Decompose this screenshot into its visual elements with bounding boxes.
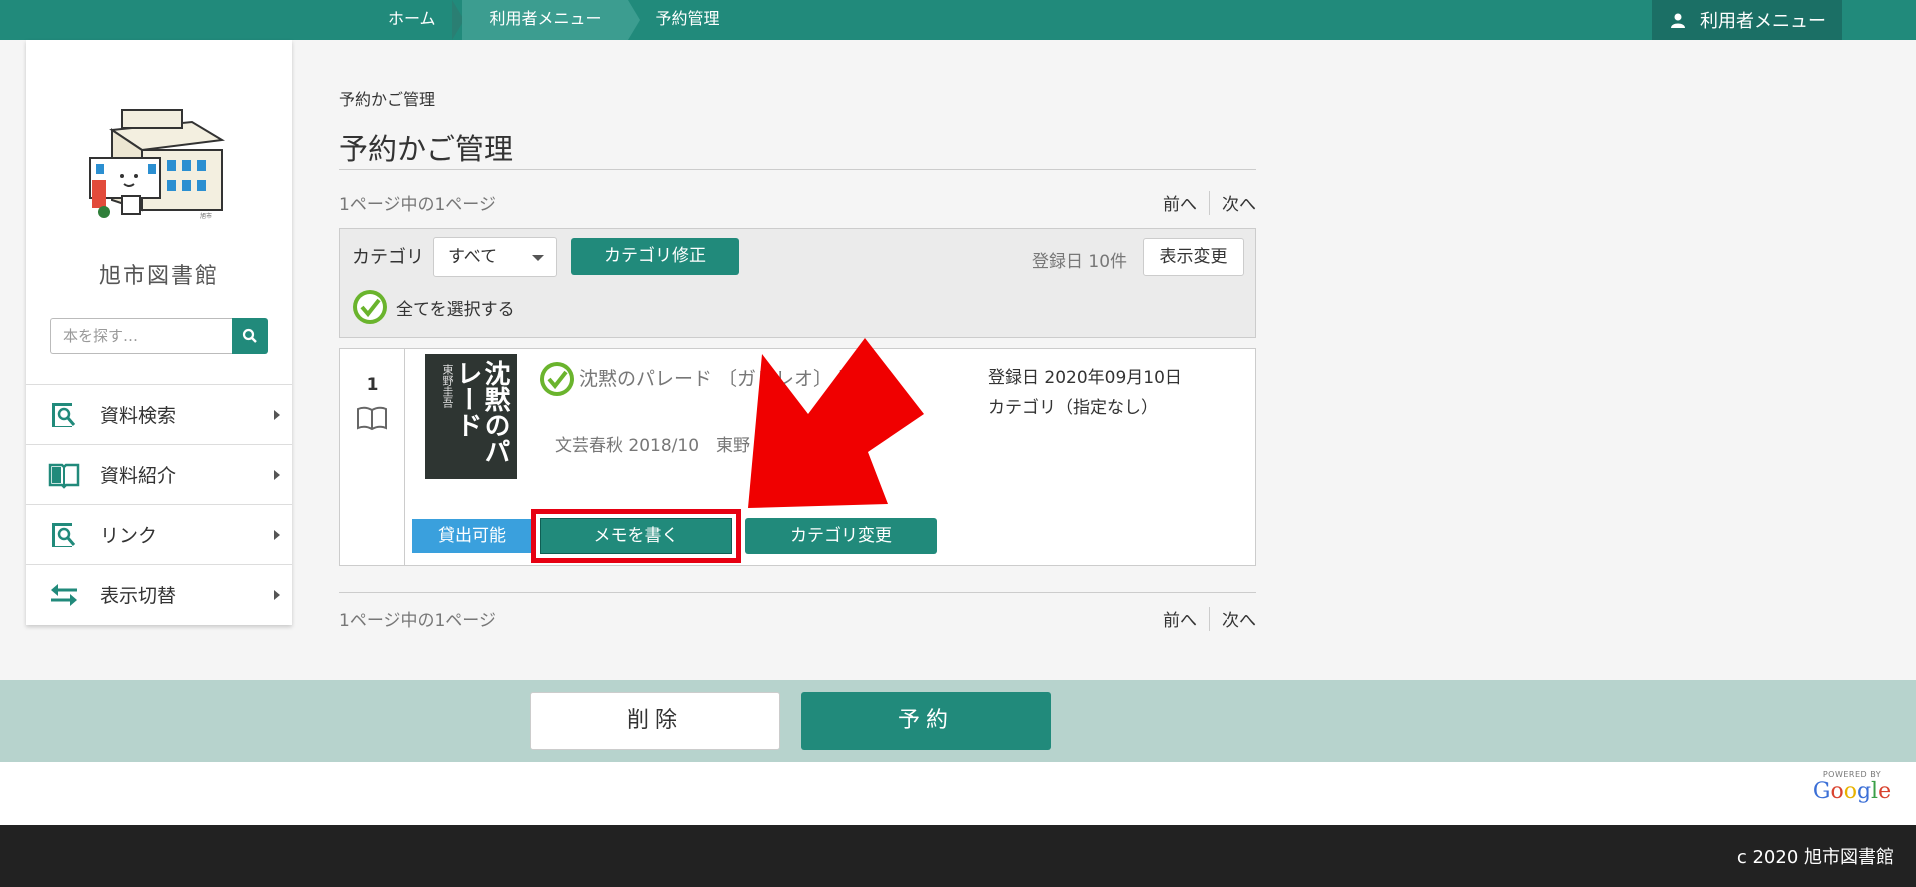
user-menu-button[interactable]: 利用者メニュー bbox=[1652, 0, 1842, 40]
select-all-label: 全てを選択する bbox=[396, 299, 515, 320]
page-info-top: 1ページ中の1ページ bbox=[339, 195, 496, 215]
open-book-icon bbox=[48, 459, 80, 491]
sidebar-item-label: リンク bbox=[100, 525, 158, 547]
sidebar-item-label: 表示切替 bbox=[100, 585, 177, 607]
breadcrumb-reservation: 予約管理 bbox=[655, 9, 720, 28]
user-menu-label: 利用者メニュー bbox=[1700, 11, 1826, 32]
basket-toolbar: カテゴリ すべて カテゴリ修正 登録日 10件 表示変更 全てを選択する bbox=[339, 228, 1256, 338]
pager-top: 前へ 次へ bbox=[1163, 190, 1256, 215]
copyright: c 2020 旭市図書館 bbox=[1736, 847, 1894, 868]
open-book-icon bbox=[357, 406, 387, 431]
display-change-button[interactable]: 表示変更 bbox=[1143, 238, 1244, 276]
status-badge: 貸出可能 bbox=[412, 519, 532, 553]
pager-prev[interactable]: 前へ bbox=[1163, 606, 1197, 631]
user-icon bbox=[1671, 13, 1685, 28]
item-index-column: 1 bbox=[340, 349, 405, 565]
sidebar-item-introduction[interactable]: 資料紹介 bbox=[26, 444, 292, 504]
write-memo-button[interactable]: メモを書く bbox=[540, 518, 732, 554]
sidebar-item-label: 資料検索 bbox=[100, 405, 177, 427]
reserve-button[interactable]: 予約 bbox=[801, 692, 1051, 750]
chevron-right-icon bbox=[274, 470, 280, 480]
pager-next[interactable]: 次へ bbox=[1222, 190, 1256, 215]
powered-by-label: POWERED BY bbox=[1822, 770, 1882, 779]
pager-separator bbox=[1209, 606, 1210, 631]
cover-title: 沈黙のパレード bbox=[452, 360, 510, 464]
library-name: 旭市図書館 bbox=[98, 264, 219, 289]
top-bar: ホーム 利用者メニュー 予約管理 利用者メニュー bbox=[0, 0, 1916, 40]
search-input[interactable]: 本を探す… bbox=[50, 318, 232, 354]
search-book-icon bbox=[48, 399, 80, 431]
swap-arrows-icon bbox=[48, 579, 80, 611]
action-bar: 削除 予約 bbox=[0, 680, 1916, 762]
divider bbox=[339, 592, 1256, 593]
chevron-right-icon bbox=[274, 530, 280, 540]
item-number: 1 bbox=[366, 375, 379, 395]
chevron-right-icon bbox=[274, 590, 280, 600]
check-circle-icon bbox=[353, 290, 387, 324]
sidebar-item-search[interactable]: 資料検索 bbox=[26, 384, 292, 444]
breadcrumb-user-menu[interactable]: 利用者メニュー bbox=[461, 0, 640, 40]
red-arrow-annotation bbox=[748, 338, 924, 508]
sidebar-item-display-toggle[interactable]: 表示切替 bbox=[26, 564, 292, 624]
category-label: カテゴリ bbox=[352, 247, 424, 268]
breadcrumb-home[interactable]: ホーム bbox=[360, 0, 464, 40]
page-subtitle: 予約かご管理 bbox=[339, 90, 436, 109]
cover-author: 東野圭吾 bbox=[441, 364, 454, 408]
search-button[interactable] bbox=[232, 318, 268, 354]
category-fix-button[interactable]: カテゴリ修正 bbox=[571, 238, 739, 275]
google-logo: Google bbox=[1812, 779, 1892, 804]
book-cover-image[interactable]: 沈黙のパレード 東野圭吾 bbox=[425, 354, 517, 479]
sidebar-menu: 資料検索 資料紹介 リンク 表示切替 bbox=[26, 384, 292, 624]
library-building-logo[interactable]: 旭市 bbox=[82, 100, 242, 230]
category-change-button[interactable]: カテゴリ変更 bbox=[745, 518, 937, 554]
pager-separator bbox=[1209, 190, 1210, 215]
pager-prev[interactable]: 前へ bbox=[1163, 190, 1197, 215]
item-registered-date: 登録日 2020年09月10日 bbox=[988, 368, 1182, 388]
item-publisher: 文芸春秋 2018/10 東野 bbox=[555, 436, 751, 456]
page-title: 予約かご管理 bbox=[339, 132, 514, 166]
sidebar: 旭市 旭市図書館 本を探す… 資料検索 資料紹介 リンク 表示切替 bbox=[26, 40, 292, 625]
category-select[interactable]: すべて bbox=[433, 237, 557, 277]
page-info-bottom: 1ページ中の1ページ bbox=[339, 611, 496, 631]
chevron-right-icon bbox=[274, 410, 280, 420]
sort-count-label[interactable]: 登録日 10件 bbox=[1032, 247, 1127, 272]
search-icon bbox=[242, 328, 257, 343]
search-box: 本を探す… bbox=[50, 318, 268, 354]
svg-text:旭市: 旭市 bbox=[200, 212, 212, 220]
breadcrumb: ホーム 利用者メニュー 予約管理 bbox=[360, 0, 746, 40]
pager-next[interactable]: 次へ bbox=[1222, 606, 1256, 631]
powered-by-google: POWERED BY Google bbox=[1812, 770, 1892, 812]
link-search-icon bbox=[48, 519, 80, 551]
sidebar-item-label: 資料紹介 bbox=[100, 465, 177, 487]
sidebar-item-link[interactable]: リンク bbox=[26, 504, 292, 564]
item-category: カテゴリ（指定なし） bbox=[988, 398, 1158, 418]
delete-button[interactable]: 削除 bbox=[530, 692, 780, 750]
footer: c 2020 旭市図書館 bbox=[0, 825, 1916, 887]
divider bbox=[339, 169, 1256, 170]
pager-bottom: 前へ 次へ bbox=[1163, 606, 1256, 631]
select-all-checkbox[interactable]: 全てを選択する bbox=[352, 289, 515, 325]
item-check-icon[interactable] bbox=[539, 361, 575, 397]
